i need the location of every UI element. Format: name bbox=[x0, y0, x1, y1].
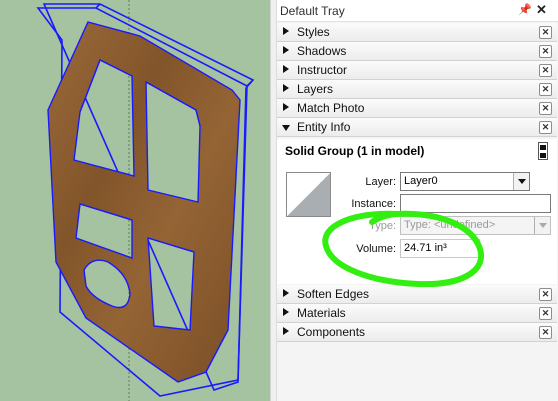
type-value: Type: <undefined> bbox=[404, 219, 496, 231]
layer-value: Layer0 bbox=[404, 175, 438, 187]
panel-close-icon[interactable]: ✕ bbox=[539, 288, 552, 301]
panel-label: Styles bbox=[297, 25, 330, 39]
panel-close-icon[interactable]: ✕ bbox=[539, 307, 552, 320]
model-viewport-drawing bbox=[36, 0, 255, 401]
volume-field: 24.71 in³ bbox=[400, 239, 480, 258]
toggle-details-icon[interactable] bbox=[538, 142, 548, 160]
model-viewport[interactable] bbox=[0, 0, 270, 401]
panel-components[interactable]: Components ✕ bbox=[277, 323, 557, 342]
default-tray: Default Tray 📌 ✕ Styles ✕ Shadows ✕ Inst… bbox=[276, 0, 558, 401]
panel-label: Instructor bbox=[297, 63, 348, 77]
collapse-arrow-icon bbox=[282, 125, 290, 131]
panel-label: Layers bbox=[297, 82, 334, 96]
close-icon[interactable]: ✕ bbox=[536, 2, 547, 18]
chevron-down-icon[interactable] bbox=[513, 173, 529, 190]
pin-icon[interactable]: 📌 bbox=[518, 3, 532, 16]
panel-soften-edges[interactable]: Soften Edges ✕ bbox=[277, 285, 557, 304]
tray-title: Default Tray bbox=[280, 4, 345, 18]
type-label: Type: bbox=[369, 220, 396, 232]
wood-frame bbox=[47, 21, 241, 383]
panel-label: Components bbox=[297, 325, 366, 339]
panel-materials[interactable]: Materials ✕ bbox=[277, 304, 557, 323]
instance-label: Instance: bbox=[351, 198, 396, 210]
chevron-down-icon bbox=[534, 217, 550, 234]
entity-title: Solid Group (1 in model) bbox=[285, 144, 425, 158]
expand-arrow-icon bbox=[283, 27, 289, 35]
entity-info-body: Solid Group (1 in model) Layer: Layer0 I… bbox=[277, 139, 557, 284]
panel-shadows[interactable]: Shadows ✕ bbox=[277, 42, 557, 61]
panel-label: Materials bbox=[297, 306, 346, 320]
expand-arrow-icon bbox=[283, 327, 289, 335]
expand-arrow-icon bbox=[283, 65, 289, 73]
expand-arrow-icon bbox=[283, 103, 289, 111]
panel-close-icon[interactable]: ✕ bbox=[539, 102, 552, 115]
panel-close-icon[interactable]: ✕ bbox=[539, 64, 552, 77]
panel-close-icon[interactable]: ✕ bbox=[539, 121, 552, 134]
panel-close-icon[interactable]: ✕ bbox=[539, 26, 552, 39]
expand-arrow-icon bbox=[283, 84, 289, 92]
panel-instructor[interactable]: Instructor ✕ bbox=[277, 61, 557, 80]
type-select: Type: <undefined> bbox=[400, 216, 551, 235]
panel-label: Soften Edges bbox=[297, 287, 370, 301]
panel-entity-info[interactable]: Entity Info ✕ bbox=[277, 118, 557, 137]
panel-styles[interactable]: Styles ✕ bbox=[277, 23, 557, 42]
panel-match-photo[interactable]: Match Photo ✕ bbox=[277, 99, 557, 118]
expand-arrow-icon bbox=[283, 289, 289, 297]
panel-close-icon[interactable]: ✕ bbox=[539, 83, 552, 96]
volume-value: 24.71 in³ bbox=[404, 242, 447, 254]
volume-label: Volume: bbox=[356, 243, 396, 255]
layer-label: Layer: bbox=[365, 176, 396, 188]
tray-titlebar: Default Tray 📌 ✕ bbox=[277, 0, 558, 22]
layer-select[interactable]: Layer0 bbox=[400, 172, 530, 191]
panel-label: Match Photo bbox=[297, 101, 365, 115]
expand-arrow-icon bbox=[283, 308, 289, 316]
instance-input[interactable] bbox=[400, 194, 551, 213]
panel-close-icon[interactable]: ✕ bbox=[539, 45, 552, 58]
material-swatch[interactable] bbox=[286, 172, 331, 217]
panel-layers[interactable]: Layers ✕ bbox=[277, 80, 557, 99]
expand-arrow-icon bbox=[283, 46, 289, 54]
panel-label: Shadows bbox=[297, 44, 347, 58]
panel-label: Entity Info bbox=[297, 120, 351, 134]
panel-close-icon[interactable]: ✕ bbox=[539, 326, 552, 339]
